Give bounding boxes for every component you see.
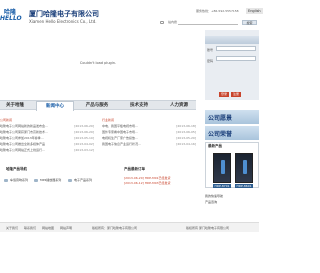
news-item-date: [2013-06-20] bbox=[74, 124, 94, 128]
news-item-title[interactable]: 哈隆电子公司网站新的新品发布会… bbox=[0, 124, 48, 128]
login-panel-header bbox=[205, 36, 259, 44]
nav-news[interactable]: 新闻中心 bbox=[36, 101, 74, 111]
product-category[interactable]: MP4播放器系列 bbox=[34, 178, 61, 183]
player-icon bbox=[34, 178, 38, 182]
footer-right-text: 版权所有 厦门哈隆电子有限公司 bbox=[186, 226, 229, 230]
login-panel: 账号 密码 登录 注册 bbox=[205, 30, 259, 100]
news-item-date: [2013-06-05] bbox=[176, 130, 196, 134]
news-item-title[interactable]: 哈隆电子公司参加2013年春季… bbox=[0, 136, 44, 140]
login-button[interactable]: 登录 bbox=[219, 92, 229, 97]
footer: 关于我们 联系我们 网站地图 网站声明 版权所有：厦门哈隆电子有限公司 版权所有… bbox=[0, 222, 259, 232]
search-label: 站内搜 bbox=[168, 20, 178, 24]
news-item[interactable]: 哈隆电子公司网站正式上线运行… [2013-03-12] bbox=[0, 148, 94, 152]
news-item-date: [2013-06-18] bbox=[176, 124, 196, 128]
banner: Couldn't load plugin. 账号 密码 登录 注册 bbox=[0, 30, 259, 100]
news-item-title[interactable]: 电视机生产厂家广告投放… bbox=[102, 136, 138, 140]
recommended-products-title: 最新产品 bbox=[208, 144, 222, 148]
product-category-label: MP4播放器系列 bbox=[40, 178, 62, 182]
product-nav-title: 哈隆产品导航 bbox=[6, 167, 27, 171]
search-icon bbox=[160, 21, 164, 24]
promo-vision[interactable]: 公司愿景 bbox=[205, 110, 259, 124]
latest-orders-title: 产品最新订单 bbox=[124, 167, 145, 171]
plugin-error-message: Couldn't load plugin. bbox=[79, 61, 117, 65]
product-category[interactable]: 车载音响系列 bbox=[4, 178, 28, 183]
news-item-date: [2013-05-10] bbox=[74, 136, 94, 140]
company-news: 公司新闻 哈隆电子公司网站新的新品发布会… [2013-06-20] 哈隆电子公司… bbox=[0, 118, 94, 152]
company-name-en: Xiamen Hello Electronics Co., Ltd. bbox=[29, 19, 97, 24]
footer-link-contact[interactable]: 联系我们 bbox=[24, 226, 36, 230]
footer-link-statement[interactable]: 网站声明 bbox=[60, 226, 72, 230]
search-button[interactable]: 搜索 bbox=[242, 20, 257, 25]
news-item[interactable]: 哈隆电子公司荣获厦门市高新技术… [2013-06-20] bbox=[0, 130, 94, 134]
news-item[interactable]: 中电、我国平板电视市场… [2013-06-18] bbox=[102, 124, 196, 128]
register-button[interactable]: 注册 bbox=[231, 92, 241, 97]
news-item[interactable]: 哈隆电子公司网站新的新品发布会… [2013-06-20] bbox=[0, 124, 94, 128]
company-logo[interactable]: 哈隆 HELLO bbox=[0, 6, 24, 22]
language-switch[interactable]: English bbox=[246, 8, 263, 14]
quick-nav-link[interactable]: 我的快速导航 bbox=[205, 194, 223, 198]
nav-support[interactable]: 技术支持 bbox=[120, 101, 158, 111]
latest-order-item[interactable]: [2013-06-20] HDP-M01已经发货 bbox=[124, 176, 171, 180]
industry-news-title: 行业新闻 bbox=[102, 118, 115, 122]
news-item-date: [2013-03-12] bbox=[74, 148, 94, 152]
product-category-label: 车载音响系列 bbox=[10, 178, 29, 182]
promo-vision-label: 公司愿景 bbox=[208, 115, 233, 122]
company-name-cn: 厦门哈隆电子有限公司 bbox=[29, 10, 99, 18]
promo-honor[interactable]: 公司荣誉 bbox=[205, 126, 259, 140]
company-news-title: 公司新闻 bbox=[0, 118, 13, 122]
news-item-date: [2013-05-20] bbox=[176, 136, 196, 140]
news-item-title[interactable]: 哈隆电子公司网站正式上线运行… bbox=[0, 148, 45, 152]
industry-news: 行业新闻 中电、我国平板电视市场… [2013-06-18] 国外专家看中国电子市… bbox=[102, 118, 196, 146]
search-input[interactable] bbox=[178, 20, 238, 25]
news-item-title[interactable]: 我国电子信息产业运行状况… bbox=[102, 142, 141, 146]
service-hotline: 服务热线：+86-592-5557158 bbox=[196, 9, 239, 13]
logo-en-text: HELLO bbox=[0, 15, 22, 22]
product-label[interactable]: HDP-8701 bbox=[213, 184, 231, 188]
recommended-products: 最新产品 HDP-8701 HDP-8601 bbox=[205, 142, 259, 188]
footer-copyright: 版权所有：厦门哈隆电子有限公司 bbox=[92, 226, 138, 230]
footer-link-sitemap[interactable]: 网站地图 bbox=[42, 226, 54, 230]
news-item-title[interactable]: 哈隆电子公司荣获厦门市高新技术… bbox=[0, 130, 48, 134]
news-item[interactable]: 哈隆电子公司参加2013年春季… [2013-05-10] bbox=[0, 136, 94, 140]
password-label: 密码 bbox=[207, 59, 214, 63]
speaker-icon bbox=[4, 178, 8, 182]
device-icon bbox=[68, 178, 72, 182]
news-item-title[interactable]: 国外专家看中国电子市场… bbox=[102, 130, 138, 134]
nav-products[interactable]: 产品与服务 bbox=[78, 101, 116, 111]
news-item[interactable]: 我国电子信息产业运行状况… [2013-04-16] bbox=[102, 142, 196, 146]
news-item[interactable]: 电视机生产厂家广告投放… [2013-05-20] bbox=[102, 136, 196, 140]
news-item-date: [2013-04-02] bbox=[74, 142, 94, 146]
site-search: 站内搜 搜索 bbox=[160, 20, 259, 26]
main-nav: 关于哈隆 新闻中心 产品与服务 技术支持 人力资源 bbox=[0, 100, 196, 111]
news-item[interactable]: 哈隆电子公司推出全新多媒体产品 [2013-04-02] bbox=[0, 142, 94, 146]
header: 哈隆 HELLO 厦门哈隆电子有限公司 Xiamen Hello Electro… bbox=[0, 0, 263, 30]
news-item-title[interactable]: 中电、我国平板电视市场… bbox=[102, 124, 138, 128]
product-category[interactable]: 电子产品系列 bbox=[68, 178, 92, 183]
product-image[interactable] bbox=[235, 153, 253, 183]
news-item[interactable]: 国外专家看中国电子市场… [2013-06-05] bbox=[102, 130, 196, 134]
password-field[interactable] bbox=[216, 56, 256, 61]
product-image[interactable] bbox=[213, 153, 231, 183]
promo-honor-label: 公司荣誉 bbox=[208, 131, 233, 138]
news-item-date: [2013-06-20] bbox=[74, 130, 94, 134]
username-field[interactable] bbox=[216, 46, 256, 51]
nav-about[interactable]: 关于哈隆 bbox=[0, 101, 30, 111]
footer-link-about[interactable]: 关于我们 bbox=[6, 226, 18, 230]
username-label: 账号 bbox=[207, 48, 214, 52]
news-item-title[interactable]: 哈隆电子公司推出全新多媒体产品 bbox=[0, 142, 45, 146]
nav-hr[interactable]: 人力资源 bbox=[162, 101, 196, 111]
news-item-date: [2013-04-16] bbox=[176, 142, 196, 146]
product-category-label: 电子产品系列 bbox=[74, 178, 93, 182]
product-consult-link[interactable]: 产品咨询 bbox=[205, 200, 217, 204]
flash-banner: Couldn't load plugin. bbox=[0, 30, 196, 100]
latest-order-item[interactable]: [2013-06-12] HDP-M03已经发货 bbox=[124, 181, 171, 185]
product-label[interactable]: HDP-8601 bbox=[235, 184, 253, 188]
